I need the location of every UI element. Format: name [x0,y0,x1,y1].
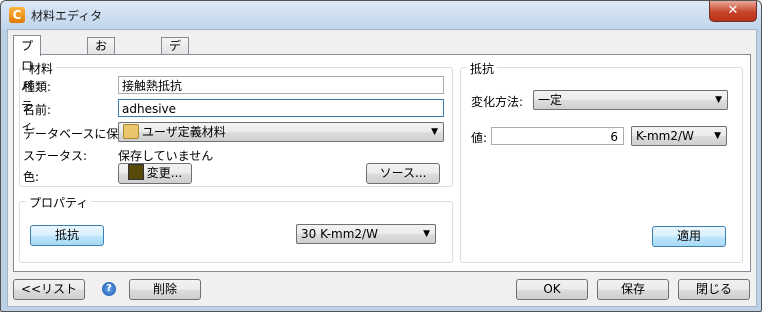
list-button[interactable]: <<リスト [13,279,85,300]
resistance-property-button[interactable]: 抵抗 [30,225,104,246]
change-color-button[interactable]: 変更... [118,163,192,184]
type-field[interactable]: 接触熱抵抗 [118,76,444,94]
properties-tab-panel: 材料 種類: 接触熱抵抗 名前: adhesive データベースに保存: ユーザ… [13,54,751,272]
chevron-down-icon: ▼ [714,131,721,141]
variation-method-select[interactable]: 一定 ▼ [533,90,728,110]
tab-favorites[interactable]: お気に入り [87,37,116,121]
status-value: 保存していません [118,149,214,163]
save-to-database-select[interactable]: ユーザ定義材料 ▼ [118,122,444,142]
variation-method-value: 一定 [538,93,563,107]
variation-method-label: 変化方法: [471,95,524,109]
color-swatch [127,164,144,180]
delete-button[interactable]: 削除 [129,279,201,300]
resistance-unit-value: K-mm2/W [636,129,694,143]
apply-button[interactable]: 適用 [652,226,726,247]
app-icon: C [9,7,25,23]
material-editor-window: C 材料エディタ ✕ プロパティ お気に入り データベース 材料 種類: 接触熱… [0,0,762,312]
resistance-unit-select[interactable]: K-mm2/W ▼ [631,126,727,146]
value-label: 値: [471,131,488,145]
close-window-button[interactable]: ✕ [709,1,757,22]
title-bar: C 材料エディタ ✕ [1,1,761,29]
material-group: 材料 種類: 接触熱抵抗 名前: adhesive データベースに保存: ユーザ… [19,60,453,187]
chevron-down-icon: ▼ [715,95,722,105]
close-button[interactable]: 閉じる [678,279,750,300]
save-button[interactable]: 保存 [597,279,669,300]
ok-button[interactable]: OK [516,279,588,300]
chevron-down-icon: ▼ [431,127,438,137]
change-color-label: 変更... [146,166,183,180]
window-client-area: プロパティ お気に入り データベース 材料 種類: 接触熱抵抗 名前: adhe… [7,29,757,307]
properties-group-legend: プロパティ [26,194,92,211]
database-folder-icon [123,124,139,139]
tab-database[interactable]: データベース [161,37,190,138]
status-label: ステータス: [23,149,88,163]
resistance-group-legend: 抵抗 [467,60,498,77]
chevron-down-icon: ▼ [423,229,430,239]
tab-properties[interactable]: プロパティ [13,35,42,133]
window-title: 材料エディタ [31,9,103,23]
resistance-value-field[interactable]: 6 [491,127,624,145]
property-value-text: 30 K-mm2/W [301,227,378,241]
color-label: 色: [23,170,40,184]
help-icon[interactable]: ? [102,282,116,296]
properties-group: プロパティ 抵抗 30 K-mm2/W ▼ [19,194,453,263]
property-value-select[interactable]: 30 K-mm2/W ▼ [296,224,436,244]
save-to-database-value: ユーザ定義材料 [142,125,226,139]
name-field[interactable]: adhesive [118,99,444,117]
source-button[interactable]: ソース... [366,163,440,184]
resistance-group: 抵抗 変化方法: 一定 ▼ 値: 6 K-mm2/W ▼ 適用 [460,60,743,263]
